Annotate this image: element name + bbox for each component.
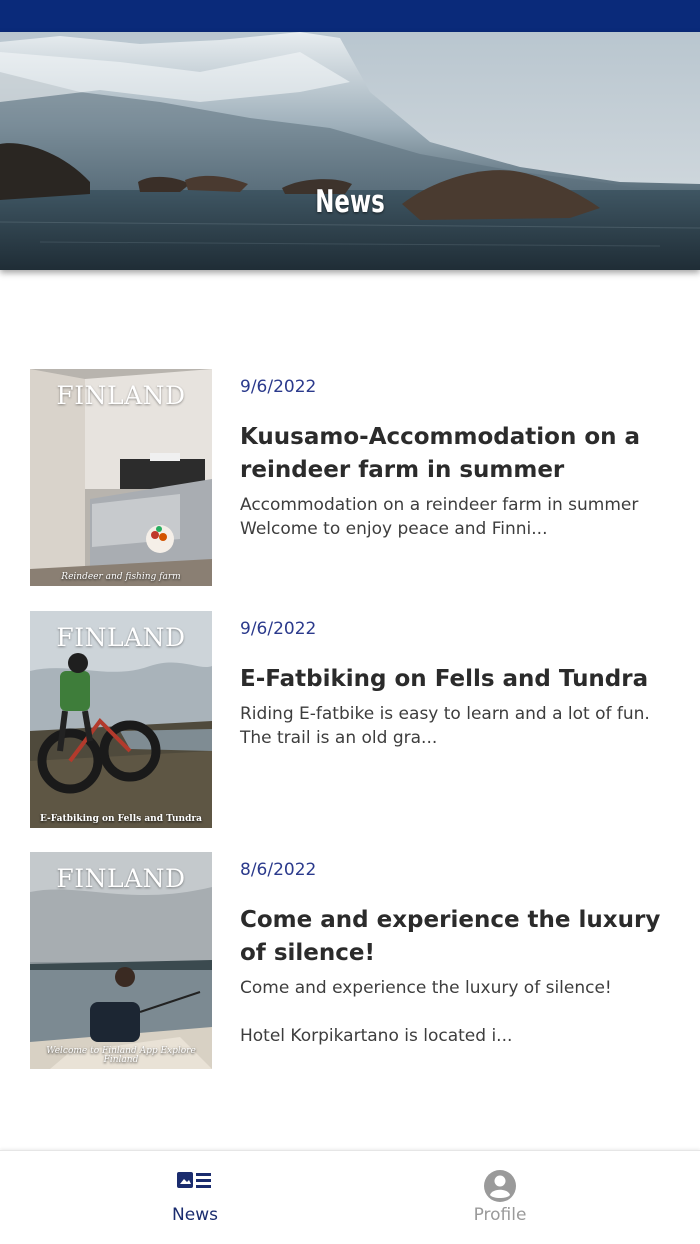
news-description: Riding E-fatbike is easy to learn and a …: [240, 704, 650, 748]
news-title[interactable]: Kuusamo-Accommodation on a reindeer farm…: [240, 421, 680, 487]
news-text[interactable]: 9/6/2022 Kuusamo-Accommodation on a rein…: [240, 369, 680, 541]
news-card[interactable]: FINLAND Reindeer and fishing farm 9/6/20…: [0, 369, 700, 611]
news-list: FINLAND Reindeer and fishing farm 9/6/20…: [0, 369, 700, 1094]
news-cover-image[interactable]: FINLAND Reindeer and fishing farm: [30, 369, 212, 586]
status-bar: [0, 0, 700, 32]
cover-caption: Reindeer and fishing farm: [61, 572, 181, 582]
tab-news-label: News: [172, 1205, 218, 1225]
news-title[interactable]: Come and experience the luxury of silenc…: [240, 904, 680, 970]
tab-profile-label: Profile: [473, 1205, 527, 1225]
news-cover-image[interactable]: FINLAND Welcome to Finland App Explore F…: [30, 852, 212, 1069]
bottom-navigation: News Profile: [0, 1150, 700, 1244]
cover-masthead: FINLAND: [56, 381, 186, 410]
news-description: Come and experience the luxury of silenc…: [240, 978, 612, 1046]
account-circle-icon: [481, 1169, 519, 1207]
page-title: News: [315, 184, 385, 220]
hero-banner: News: [0, 32, 700, 270]
news-date: 9/6/2022: [240, 619, 317, 639]
cover-caption: E-Fatbiking on Fells and Tundra: [40, 814, 202, 824]
news-cover-image[interactable]: FINLAND E-Fatbiking on Fells and Tundra: [30, 611, 212, 828]
news-date: 9/6/2022: [240, 377, 317, 397]
news-icon: [176, 1169, 214, 1195]
news-title[interactable]: E-Fatbiking on Fells and Tundra: [240, 663, 680, 696]
hero-landscape-image: [0, 32, 700, 270]
news-date: 8/6/2022: [240, 860, 317, 880]
cover-masthead: FINLAND: [56, 864, 186, 893]
news-description: Accommodation on a reindeer farm in summ…: [240, 495, 639, 539]
news-card[interactable]: FINLAND E-Fatbiking on Fells and Tundra …: [0, 611, 700, 852]
tab-news[interactable]: News: [20, 1151, 370, 1244]
cover-masthead: FINLAND: [56, 623, 186, 652]
tab-profile[interactable]: Profile: [325, 1151, 675, 1244]
news-text[interactable]: 9/6/2022 E-Fatbiking on Fells and Tundra…: [240, 611, 680, 750]
cover-caption: Welcome to Finland App Explore Finland: [46, 1046, 196, 1065]
news-card[interactable]: FINLAND Welcome to Finland App Explore F…: [0, 852, 700, 1094]
news-text[interactable]: 8/6/2022 Come and experience the luxury …: [240, 852, 680, 1048]
